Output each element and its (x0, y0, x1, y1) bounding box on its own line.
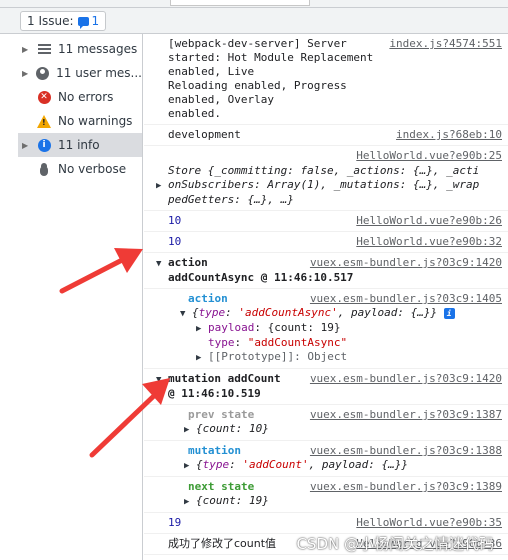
issues-chip: 1 (77, 14, 100, 29)
action-group-header[interactable]: ▼ action addCountAsync @ 11:46:10.517 vue… (144, 253, 508, 289)
log-row: 10 HelloWorld.vue?e90b:26 (144, 211, 508, 232)
expand-triangle-icon[interactable]: ▶ (184, 423, 196, 437)
expand-triangle-icon[interactable]: ▶ (156, 179, 168, 193)
group-subtitle: addCountAsync @ 11:46:10.517 (168, 271, 354, 284)
info-icon: i (36, 137, 52, 153)
source-link[interactable]: vuex.esm-bundler.js?03c9:1420 (310, 372, 502, 386)
log-row: 19 HelloWorld.vue?e90b:35 (144, 513, 508, 534)
next-state-object[interactable]: ▶ {count: 19} (184, 494, 502, 509)
expand-arrow-icon[interactable]: ▶ (22, 45, 34, 54)
next-state-row: next state vuex.esm-bundler.js?03c9:1389… (144, 477, 508, 513)
console-output: [webpack-dev-server] Server started: Hot… (144, 34, 508, 560)
collapse-triangle-icon[interactable]: ▼ (156, 373, 168, 387)
sidebar-item-messages[interactable]: ▶ 11 messages (18, 37, 142, 61)
expand-triangle-icon[interactable]: ▶ (196, 322, 208, 336)
store-object[interactable]: Store {_committing: false, _actions: {…}… (156, 164, 502, 207)
source-link[interactable]: vuex.esm-bundler.js?03c9:1405 (310, 292, 502, 306)
mutation-group-header[interactable]: ▼ mutation addCount @ 11:46:10.519 vuex.e… (144, 369, 508, 405)
bug-icon (36, 161, 52, 177)
source-link[interactable]: vuex.esm-bundler.js?03c9:1388 (310, 444, 502, 458)
group-subtitle: @ 11:46:10.519 (168, 387, 261, 400)
sidebar-item-label: No verbose (58, 162, 127, 176)
source-link[interactable]: vuex.esm-bundler.js?03c9:1420 (310, 256, 502, 270)
sidebar-item-verbose[interactable]: No verbose (18, 157, 142, 181)
action-object[interactable]: ▼ {type: 'addCountAsync', payload: {…}} i (180, 306, 502, 321)
warning-icon: ! (36, 113, 52, 129)
expand-arrow-icon[interactable]: ▶ (22, 69, 33, 78)
log-row: HelloWorld.vue?e90b:25 Store {_committin… (144, 146, 508, 211)
log-message: development (168, 128, 241, 141)
action-label: action (188, 292, 228, 305)
user-icon (35, 65, 50, 81)
log-number: 10 (168, 235, 182, 248)
sidebar-item-label: 11 messages (58, 42, 138, 56)
collapse-triangle-icon[interactable]: ▼ (156, 257, 168, 271)
console-sidebar: ▶ 11 messages ▶ 11 user mes... ✕ No erro… (18, 34, 143, 560)
source-link[interactable]: vuex.esm-bundler.js?03c9:1387 (310, 408, 502, 422)
sidebar-item-info[interactable]: ▶ i 11 info (18, 133, 142, 157)
expand-triangle-icon[interactable]: ▶ (196, 351, 208, 365)
action-group-body: action vuex.esm-bundler.js?03c9:1405 ▼ {t… (144, 289, 508, 369)
error-icon: ✕ (36, 89, 52, 105)
issues-button[interactable]: 1 Issue: 1 (20, 11, 107, 31)
mutation-object[interactable]: ▶ {type: 'addCount', payload: {…}} (184, 458, 502, 473)
source-link[interactable]: vuex.esm-bundler.js?03c9:1389 (310, 480, 502, 494)
log-number: 19 (168, 516, 182, 529)
log-message: 成功了修改了count值 (168, 537, 277, 550)
source-link[interactable]: HelloWorld.vue?e90b:32 (356, 235, 502, 249)
group-title: action (168, 256, 208, 269)
expand-arrow-icon[interactable]: ▶ (22, 141, 34, 150)
collapse-triangle-icon[interactable]: ▼ (180, 307, 192, 321)
source-link[interactable]: index.js?4574:551 (389, 37, 502, 51)
watermark: CSDN @小杨闯关之情迷代码 (296, 535, 494, 553)
issues-label: 1 Issue: (27, 14, 74, 28)
source-link[interactable]: HelloWorld.vue?e90b:25 (356, 149, 502, 163)
log-row: [webpack-dev-server] Server started: Hot… (144, 34, 508, 125)
chat-icon (77, 16, 89, 29)
expand-triangle-icon[interactable]: ▶ (184, 459, 196, 473)
info-badge-icon[interactable]: i (443, 307, 455, 319)
group-title: mutation addCount (168, 372, 281, 385)
log-number: 10 (168, 214, 182, 227)
prev-state-object[interactable]: ▶ {count: 10} (184, 422, 502, 437)
sidebar-item-label: 11 user mes... (56, 66, 142, 80)
top-toolbar (0, 0, 508, 8)
source-link[interactable]: index.js?68eb:10 (396, 128, 502, 142)
mutation-row: mutation vuex.esm-bundler.js?03c9:1388 ▶… (144, 441, 508, 477)
source-link[interactable]: HelloWorld.vue?e90b:26 (356, 214, 502, 228)
sidebar-item-warnings[interactable]: ! No warnings (18, 109, 142, 133)
source-link[interactable]: HelloWorld.vue?e90b:35 (356, 516, 502, 530)
sidebar-item-errors[interactable]: ✕ No errors (18, 85, 142, 109)
expand-triangle-icon[interactable]: ▶ (184, 495, 196, 509)
issues-count: 1 (91, 14, 100, 28)
list-icon (36, 41, 52, 57)
prev-state-row: prev state vuex.esm-bundler.js?03c9:1387… (144, 405, 508, 441)
sidebar-item-label: 11 info (58, 138, 100, 152)
sidebar-item-user-messages[interactable]: ▶ 11 user mes... (18, 61, 142, 85)
sidebar-item-label: No errors (58, 90, 114, 104)
sidebar-item-label: No warnings (58, 114, 133, 128)
issues-bar: 1 Issue: 1 (0, 8, 508, 34)
filter-input[interactable] (170, 0, 310, 6)
log-row: 10 HelloWorld.vue?e90b:32 (144, 232, 508, 253)
console-prompt[interactable]: › (144, 555, 508, 560)
log-row: development index.js?68eb:10 (144, 125, 508, 146)
